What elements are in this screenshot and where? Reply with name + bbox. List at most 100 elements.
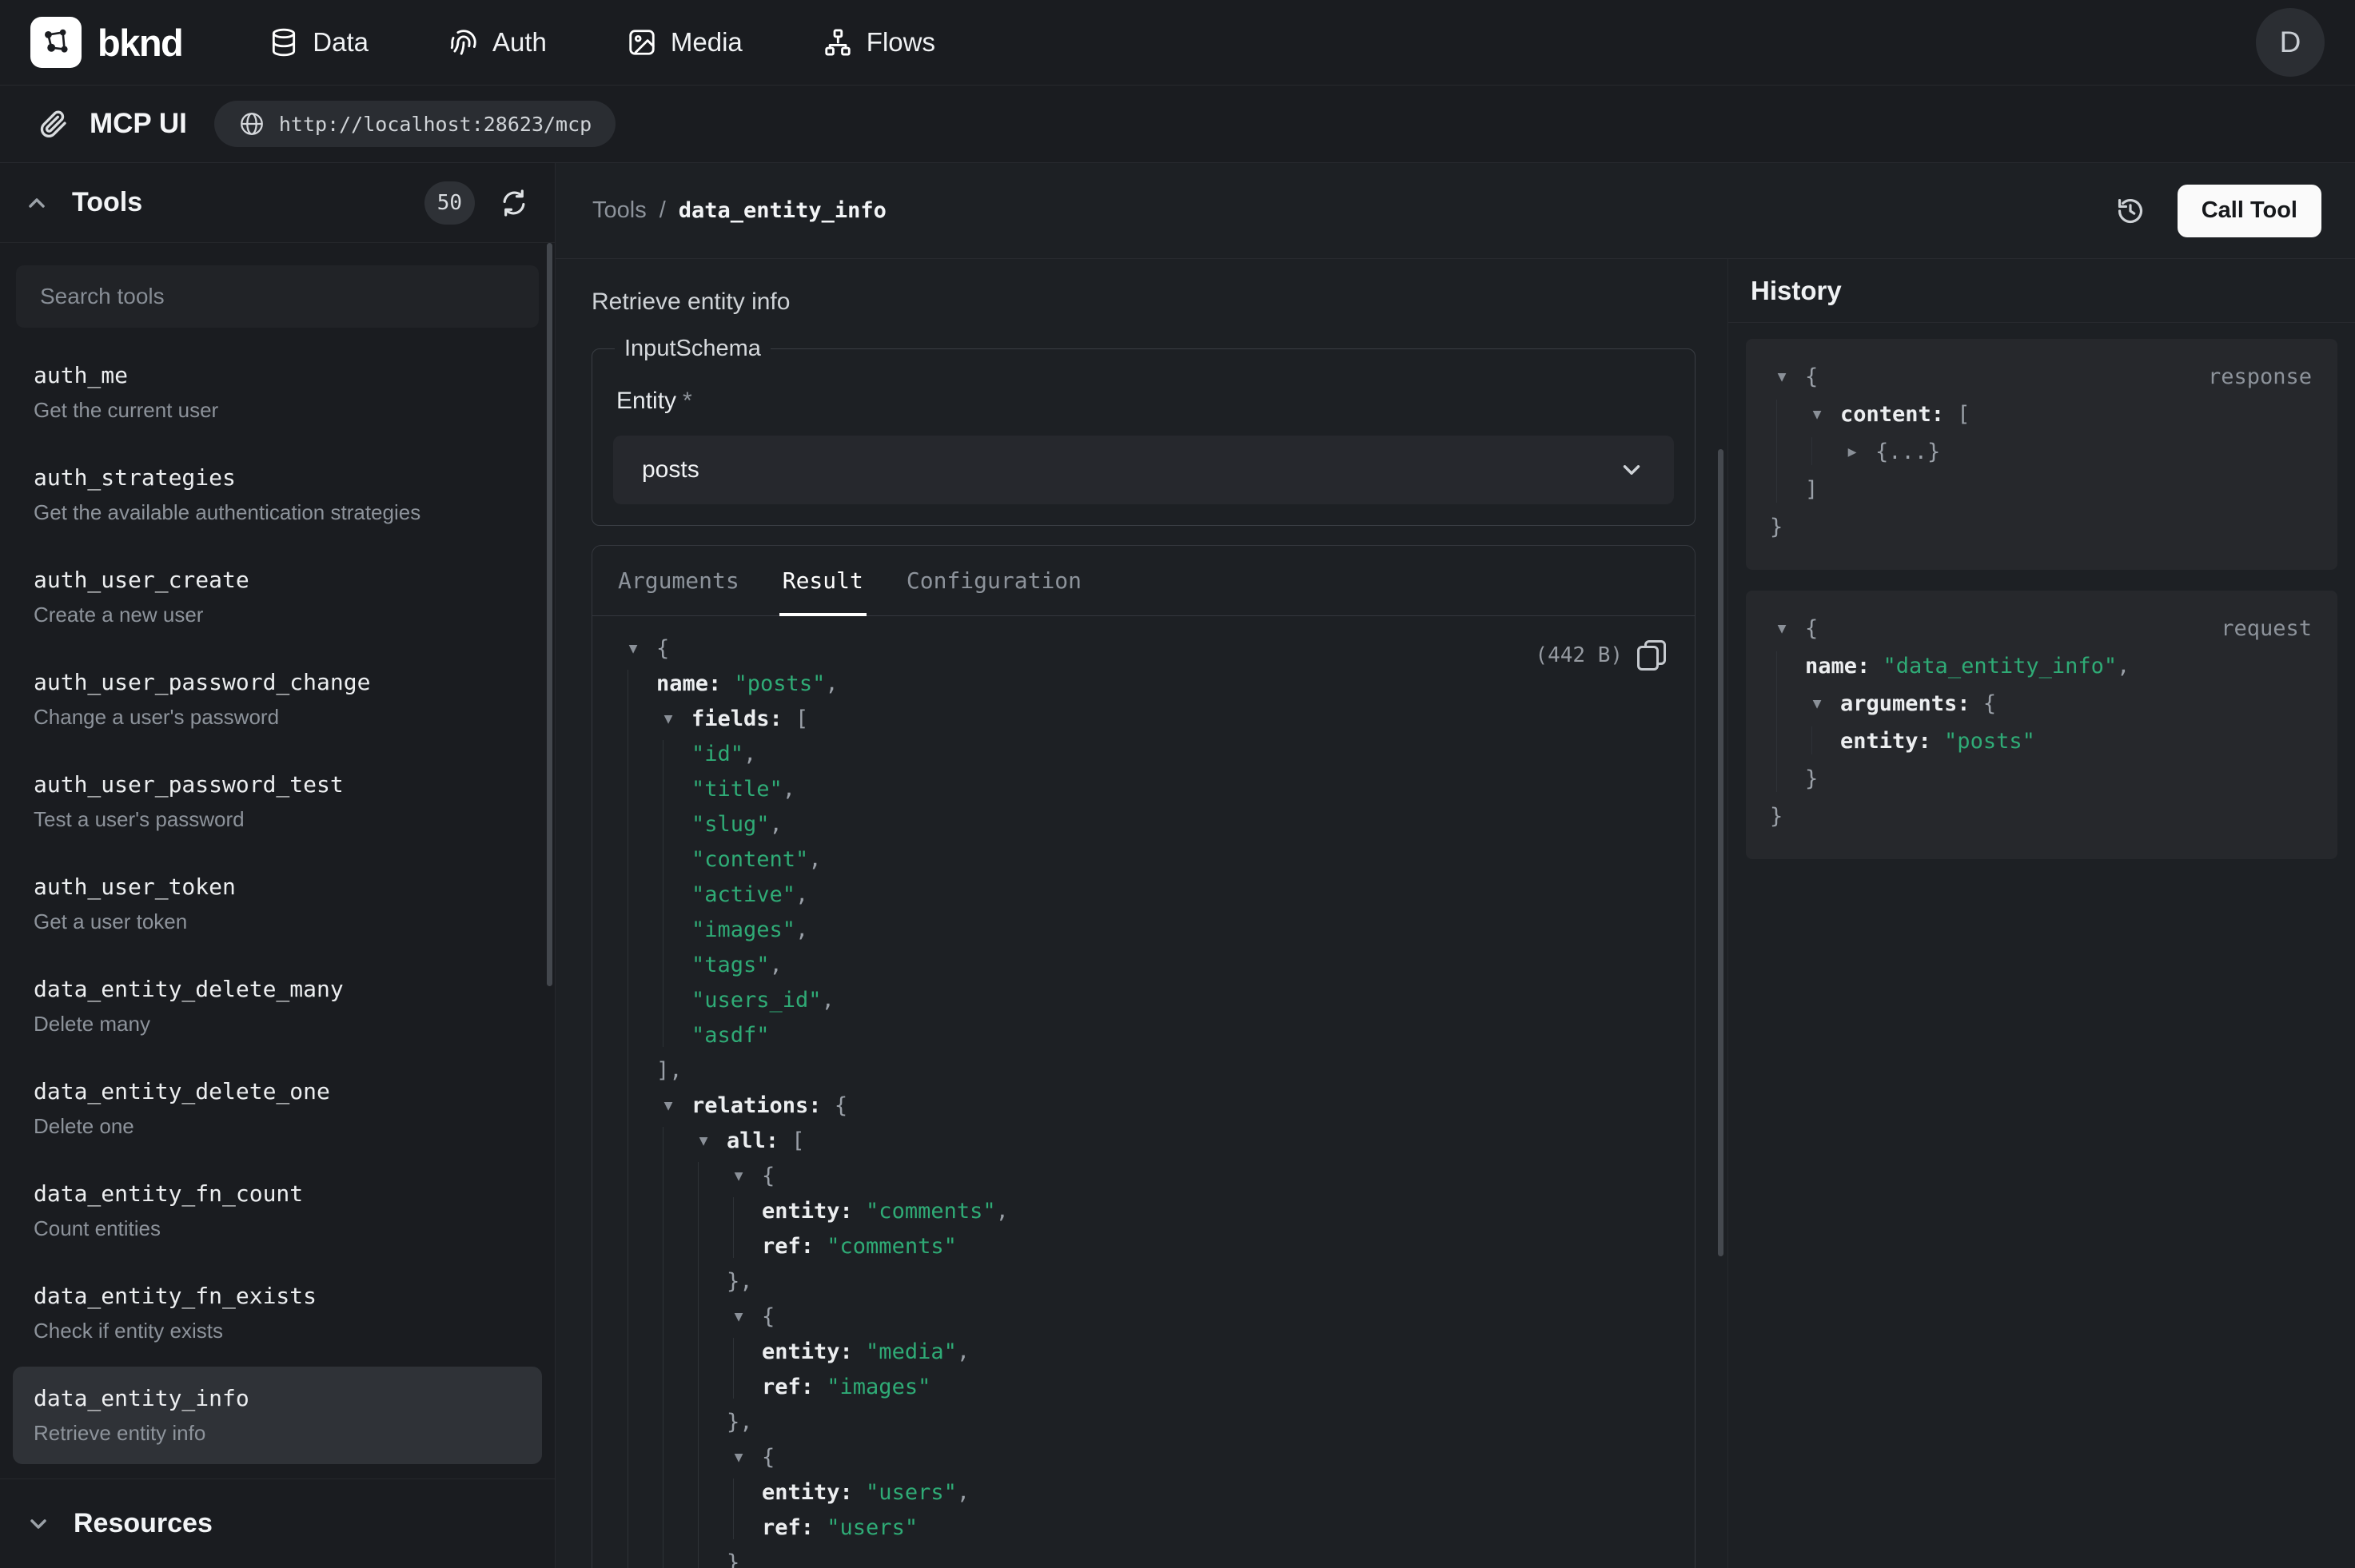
- tab-arguments[interactable]: Arguments: [615, 546, 743, 615]
- result-json-tree[interactable]: (442 B) ▼{ name: "posts",▼fields: ["id", "…: [592, 616, 1695, 1568]
- sidebar-scrollbar[interactable]: [547, 243, 552, 986]
- mcp-url-pill[interactable]: http://localhost:28623/mcp: [214, 101, 616, 147]
- chevron-down-icon: [26, 1511, 51, 1537]
- tool-name: auth_user_password_change: [34, 668, 521, 697]
- history-button[interactable]: [2112, 193, 2149, 229]
- mcp-header-bar: MCP UI http://localhost:28623/mcp: [0, 86, 2355, 163]
- toolbar-row: Tools / data_entity_info Call Tool: [556, 163, 2355, 259]
- search-input[interactable]: [16, 265, 539, 328]
- collapse-toggle-icon[interactable]: ▼: [727, 1449, 751, 1466]
- call-tool-button[interactable]: Call Tool: [2178, 185, 2321, 237]
- indent-guide: [733, 1338, 734, 1399]
- request-json-tree[interactable]: ▼{name: "data_entity_info",▼arguments: {…: [1770, 610, 2313, 835]
- tool-list-item[interactable]: data_entity_fn_count Count entities: [13, 1162, 542, 1260]
- json-line: ▼{: [621, 1439, 1666, 1474]
- tool-list-item[interactable]: data_entity_delete_one Delete one: [13, 1060, 542, 1157]
- tool-name: auth_user_create: [34, 566, 521, 595]
- breadcrumb-section[interactable]: Tools: [592, 197, 647, 224]
- user-avatar[interactable]: D: [2256, 8, 2325, 77]
- tool-description: Create a new user: [34, 601, 521, 628]
- collapse-toggle-icon[interactable]: ▼: [1770, 368, 1794, 385]
- image-icon: [627, 27, 657, 58]
- nav-item-data[interactable]: Data: [269, 27, 369, 58]
- tool-list-item[interactable]: auth_user_create Create a new user: [13, 548, 542, 646]
- entity-select[interactable]: posts: [613, 436, 1674, 504]
- json-line: ▼{: [621, 1299, 1666, 1334]
- json-line: ref: "comments": [621, 1228, 1666, 1264]
- collapse-toggle-icon[interactable]: ▼: [727, 1168, 751, 1184]
- history-title: History: [1751, 276, 1842, 306]
- json-line: ▼all: [: [621, 1123, 1666, 1158]
- nav-item-media[interactable]: Media: [627, 27, 743, 58]
- collapse-toggle-icon[interactable]: ▼: [656, 710, 680, 727]
- tools-section-header[interactable]: Tools 50: [0, 163, 555, 243]
- tool-name: auth_user_password_test: [34, 770, 521, 799]
- workflow-icon: [823, 27, 853, 58]
- json-line: ref: "users": [621, 1510, 1666, 1545]
- search-wrap: [0, 243, 555, 340]
- tool-name: data_entity_info: [34, 1384, 521, 1413]
- json-line: name: "posts",: [621, 666, 1666, 701]
- json-line: "content",: [621, 842, 1666, 877]
- json-line: ▼fields: [: [621, 701, 1666, 736]
- result-size-label: (442 B): [1535, 643, 1623, 667]
- workspace: Tools 50 auth_me Get the current user au…: [0, 163, 2355, 1568]
- tool-list-item[interactable]: data_entity_info Retrieve entity info: [13, 1367, 542, 1464]
- tool-name: data_entity_delete_one: [34, 1077, 521, 1106]
- nav-item-auth[interactable]: Auth: [448, 27, 547, 58]
- nav-label: Media: [671, 27, 743, 58]
- tool-list-item[interactable]: data_entity_fn_exists Check if entity ex…: [13, 1264, 542, 1362]
- json-line: "id",: [621, 736, 1666, 771]
- main-scrollbar[interactable]: [1718, 449, 1723, 1256]
- tool-description: Test a user's password: [34, 806, 521, 833]
- history-entry-response[interactable]: response ▼{▼content: [▶{...}]}: [1746, 339, 2337, 570]
- json-line: "slug",: [621, 806, 1666, 842]
- json-line: "active",: [621, 877, 1666, 912]
- entity-field-label: Entity*: [616, 388, 1674, 415]
- tools-sidebar: Tools 50 auth_me Get the current user au…: [0, 163, 556, 1568]
- tool-list-item[interactable]: auth_me Get the current user: [13, 344, 542, 441]
- tools-section-title: Tools: [72, 187, 142, 218]
- tool-list-item[interactable]: auth_user_token Get a user token: [13, 855, 542, 953]
- tab-result[interactable]: Result: [779, 546, 867, 615]
- collapse-toggle-icon[interactable]: ▼: [1805, 695, 1829, 712]
- database-icon: [269, 27, 299, 58]
- json-line: ▼{: [1770, 358, 2313, 396]
- collapse-toggle-icon[interactable]: ▼: [656, 1097, 680, 1114]
- copy-icon[interactable]: [1637, 640, 1666, 671]
- tool-list-item[interactable]: auth_user_password_test Test a user's pa…: [13, 753, 542, 850]
- json-line: ▼{: [1770, 610, 2313, 647]
- json-line: entity: "users",: [621, 1474, 1666, 1510]
- tab-configuration[interactable]: Configuration: [903, 546, 1085, 615]
- collapse-toggle-icon[interactable]: ▼: [621, 640, 645, 657]
- json-line: }: [1770, 508, 2313, 546]
- brand[interactable]: bknd: [30, 17, 182, 68]
- content-split: Retrieve entity info InputSchema Entity*…: [556, 259, 2355, 1568]
- tool-result-card: Arguments Result Configuration (442 B) ▼…: [592, 545, 1696, 1568]
- collapse-toggle-icon[interactable]: ▶: [1840, 444, 1864, 460]
- indent-guide: [698, 1162, 699, 1568]
- resources-section-header[interactable]: Resources: [0, 1478, 555, 1568]
- collapse-toggle-icon[interactable]: ▼: [691, 1132, 715, 1149]
- collapse-toggle-icon[interactable]: ▼: [1805, 406, 1829, 423]
- tool-list-item[interactable]: auth_strategies Get the available authen…: [13, 446, 542, 543]
- history-clock-icon: [2115, 196, 2146, 226]
- page-title: MCP UI: [90, 108, 187, 140]
- json-line: name: "data_entity_info",: [1770, 647, 2313, 685]
- tool-name: data_entity_delete_many: [34, 975, 521, 1004]
- tool-description: Get the available authentication strateg…: [34, 499, 521, 526]
- tool-name: data_entity_fn_count: [34, 1180, 521, 1208]
- tool-detail-panel: Retrieve entity info InputSchema Entity*…: [556, 259, 1728, 1568]
- tool-name: auth_strategies: [34, 464, 521, 492]
- collapse-toggle-icon[interactable]: ▼: [1770, 620, 1794, 637]
- tool-list-item[interactable]: data_entity_delete_many Delete many: [13, 957, 542, 1055]
- json-line: ▼arguments: {: [1770, 685, 2313, 722]
- tool-list-item[interactable]: auth_user_password_change Change a user'…: [13, 651, 542, 748]
- input-schema-legend: InputSchema: [615, 336, 771, 362]
- refresh-tools-button[interactable]: [497, 186, 531, 220]
- nav-item-flows[interactable]: Flows: [823, 27, 935, 58]
- response-json-tree[interactable]: ▼{▼content: [▶{...}]}: [1770, 358, 2313, 546]
- collapse-toggle-icon[interactable]: ▼: [727, 1308, 751, 1325]
- indent-guide: [1811, 726, 1812, 754]
- history-entry-request[interactable]: request ▼{name: "data_entity_info",▼argu…: [1746, 591, 2337, 859]
